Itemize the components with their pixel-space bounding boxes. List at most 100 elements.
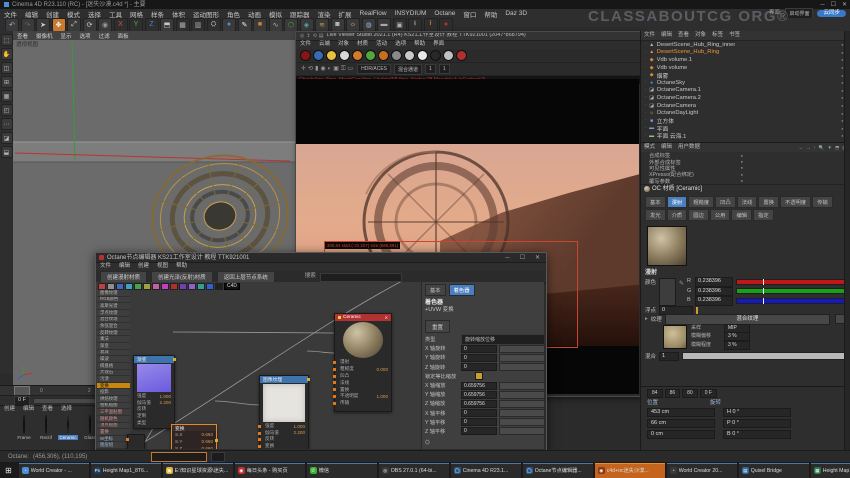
lv-kernel-icon[interactable] [443, 50, 454, 61]
taskbar-item[interactable]: ▣ E:\知识星球资源\迷失... [163, 463, 233, 478]
node-input-pin[interactable] [258, 425, 261, 428]
toolbar-icon[interactable]: Z [145, 18, 159, 32]
om-expand[interactable]: · [645, 95, 647, 100]
ne-node-list-item[interactable]: RGB颜色 [97, 297, 130, 304]
object-name[interactable]: Vdb volume.1 [657, 57, 692, 63]
taskbar-item[interactable]: ◉ c4d+oc迷失沙漠... [595, 463, 665, 478]
material-menu-item[interactable]: 选择 [57, 407, 76, 413]
param-value[interactable]: 0.659756 [461, 382, 497, 390]
node-material-header[interactable]: Ceramic ✕ [335, 314, 391, 321]
ne-node-list-item[interactable]: 图层组 [97, 442, 130, 449]
param-value[interactable]: 0 [461, 345, 497, 353]
object-row[interactable]: · ◆ Vdb volume ●● [641, 64, 850, 72]
node-param-row[interactable]: 类型 [134, 419, 174, 426]
ne-node-list-item[interactable]: 噪波 [97, 356, 130, 363]
om-expand[interactable]: · [645, 65, 647, 70]
node-material-ceramic[interactable]: Ceramic ✕ 漫射粗糙度0.000凹凸法线置换不透明度1.000传输 [334, 313, 392, 412]
am-nav-icon[interactable]: 🔍 [817, 145, 826, 151]
ne-node-list-item[interactable]: 高斯光谱 [97, 303, 130, 310]
lv-tool-icon[interactable]: ◉ [319, 66, 326, 72]
material-tab[interactable]: 不透明度 [780, 196, 811, 208]
texture-expand-arrow[interactable]: ▸ [645, 316, 648, 322]
lv-tool-icon[interactable]: ⟲ [307, 66, 314, 72]
texture-thumbnail[interactable] [663, 325, 687, 349]
object-name[interactable]: 平面 云海.1 [657, 131, 687, 140]
lv-kernel-icon[interactable] [430, 50, 441, 61]
material-tab[interactable]: 编辑 [731, 209, 752, 221]
material-pin-row[interactable]: 不透明度1.000 [335, 393, 391, 400]
node-input-pin[interactable] [333, 395, 336, 398]
lv-tool-icon[interactable]: ▣ [332, 66, 340, 72]
om-expand[interactable]: · [645, 133, 647, 138]
ne-color-chip[interactable] [98, 283, 106, 290]
om-menu-item[interactable]: 文件 [641, 33, 658, 39]
toolbar-icon[interactable]: ⭳ [408, 18, 422, 32]
lv-kernel-icon[interactable] [313, 50, 324, 61]
om-expand[interactable]: · [645, 126, 647, 131]
material-item[interactable]: Ceramic [58, 416, 78, 440]
object-row[interactable]: · ◆ 烟雾 ●● [641, 71, 850, 79]
ne-node-list-item[interactable]: 混合纹理 [97, 317, 130, 324]
material-tab[interactable]: 置换 [758, 196, 779, 208]
menu-item[interactable]: Daz 3D [501, 10, 531, 17]
lv-menu-item[interactable]: 帮助 [410, 42, 429, 48]
object-name[interactable]: OctaneCamera.1 [657, 87, 701, 93]
material-item[interactable]: Frame [14, 416, 34, 440]
node-transform[interactable]: 变换 S.X0.660S.Y0.660S.Z0.660 [171, 424, 217, 449]
om-expand[interactable]: · [645, 88, 647, 93]
palette-icon[interactable]: ⬚ [1, 34, 13, 46]
toolbar-icon[interactable]: ↷ [21, 18, 35, 32]
palette-icon[interactable]: ⬓ [1, 146, 13, 158]
ne-menu-item[interactable]: 创建 [134, 264, 153, 270]
toolbar-icon[interactable]: ≋ [315, 18, 329, 32]
taskbar-item[interactable]: Ps Height Map1_8T6... [91, 463, 161, 478]
object-name[interactable]: OctaneSky [657, 80, 685, 86]
taskbar-item[interactable]: ◯ Cinema 4D R23.1... [451, 463, 521, 478]
lv-menu-item[interactable]: 材质 [353, 42, 372, 48]
ne-node-list-item[interactable]: 相机贴图 [97, 403, 130, 410]
am-tag-row[interactable]: 覆写参数● [641, 178, 850, 184]
menu-item[interactable]: 帮助 [480, 9, 501, 19]
color-swatch[interactable] [659, 278, 676, 306]
lock-checkbox[interactable] [475, 372, 483, 380]
ne-maximize-button[interactable]: ☐ [517, 254, 528, 261]
lv-menu-item[interactable]: 选项 [391, 42, 410, 48]
node-param-row[interactable]: 强度1.000 [134, 393, 174, 400]
material-tab[interactable]: 凹凸 [715, 196, 736, 208]
taskbar-item[interactable]: ◯ Octane节点编辑器... [523, 463, 593, 478]
lv-kernel-icon[interactable] [326, 50, 337, 61]
toolbar-icon[interactable]: ⬒ [160, 18, 174, 32]
toolbar-icon[interactable]: ● [222, 18, 236, 32]
ne-node-list-item[interactable]: 顶点贴图 [97, 423, 130, 430]
node-input-pin[interactable] [333, 381, 336, 384]
am-nav-icon[interactable]: ← [797, 145, 805, 150]
node-output-pin[interactable] [173, 358, 176, 361]
param-slider[interactable] [499, 418, 544, 426]
lv-menu-item[interactable]: 界面 [429, 42, 448, 48]
om-menu-item[interactable]: 对象 [692, 33, 709, 39]
param-value[interactable]: 0 [461, 363, 497, 371]
toolbar-icon[interactable]: Y [129, 18, 143, 32]
object-row[interactable]: · ● OctaneSky ●● [641, 79, 850, 87]
lv-pass-dropdown[interactable]: 混合通道 [394, 64, 422, 75]
om-expand[interactable]: · [645, 111, 647, 116]
cloud-sync-badge[interactable]: 云同步 [817, 10, 846, 18]
lv-tool-icon[interactable]: ✛ [300, 66, 307, 72]
menu-item[interactable]: INSYDIUM [391, 10, 431, 17]
toolbar-icon[interactable]: ✥ [52, 18, 66, 32]
toolbar-icon[interactable]: ▣ [393, 18, 407, 32]
om-expand[interactable]: · [645, 80, 647, 85]
palette-icon[interactable]: ◫ [1, 62, 13, 74]
node-param-row[interactable]: 反转 [260, 436, 308, 443]
object-row[interactable]: · ■ 立方体 ●● [641, 117, 850, 125]
om-menu-item[interactable]: 查看 [675, 33, 692, 39]
lv-kernel-icon[interactable] [404, 50, 415, 61]
node-input-pin[interactable] [333, 388, 336, 391]
lv-hdr-dropdown[interactable]: HDR/ACES [357, 64, 391, 74]
taskbar-item[interactable]: ◔ World Creator - ... [19, 463, 89, 478]
node-image-texture[interactable]: 图像纹理 强度1.000伽马值2.200反转变换投影 [259, 375, 309, 449]
ne-node-list-item[interactable]: 大理石 [97, 370, 130, 377]
lv-title-icon[interactable]: ▤ [318, 34, 325, 39]
ne-node-list-item[interactable]: 置换 [97, 429, 130, 436]
material-tab[interactable]: 介质 [667, 209, 688, 221]
